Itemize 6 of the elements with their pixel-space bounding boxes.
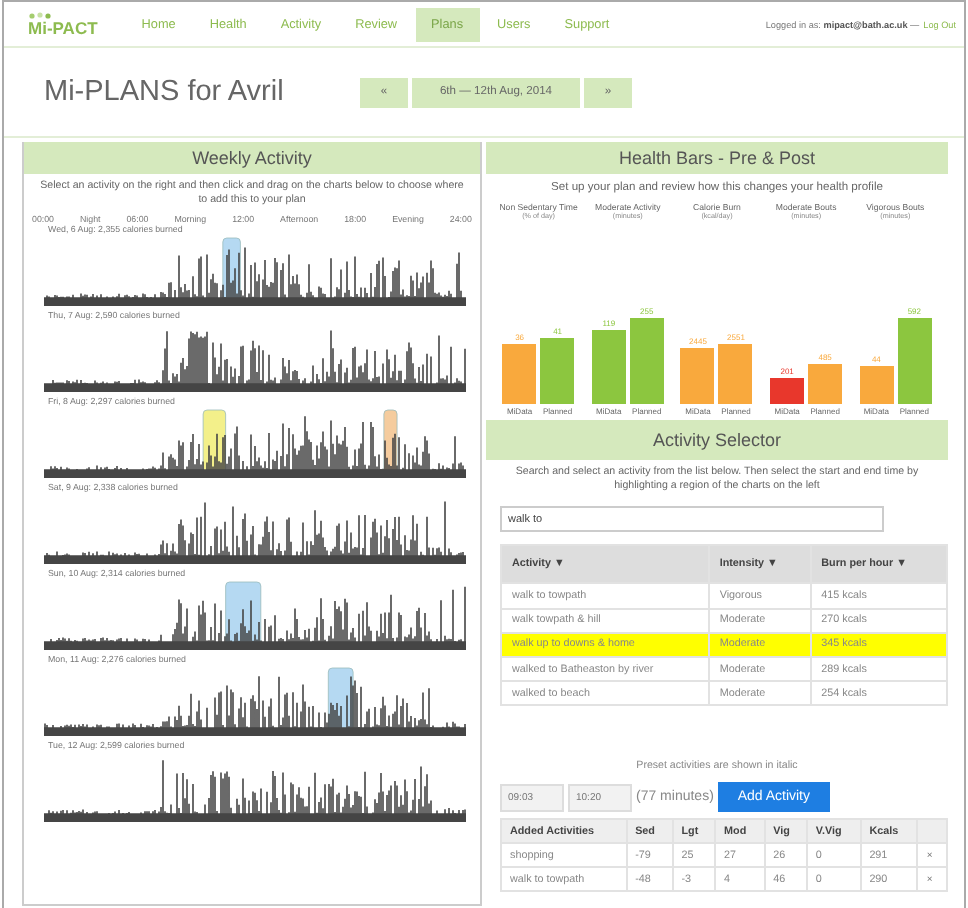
logo-text: Mi-PACT (28, 19, 98, 37)
panel-header: Activity Selector (486, 420, 948, 461)
logo-dots-icon (28, 11, 56, 20)
panel-header: Health Bars - Pre & Post (486, 142, 948, 174)
page-title: Mi-PLANS for Avril (44, 76, 286, 108)
panel-header: Weekly Activity (24, 142, 480, 174)
